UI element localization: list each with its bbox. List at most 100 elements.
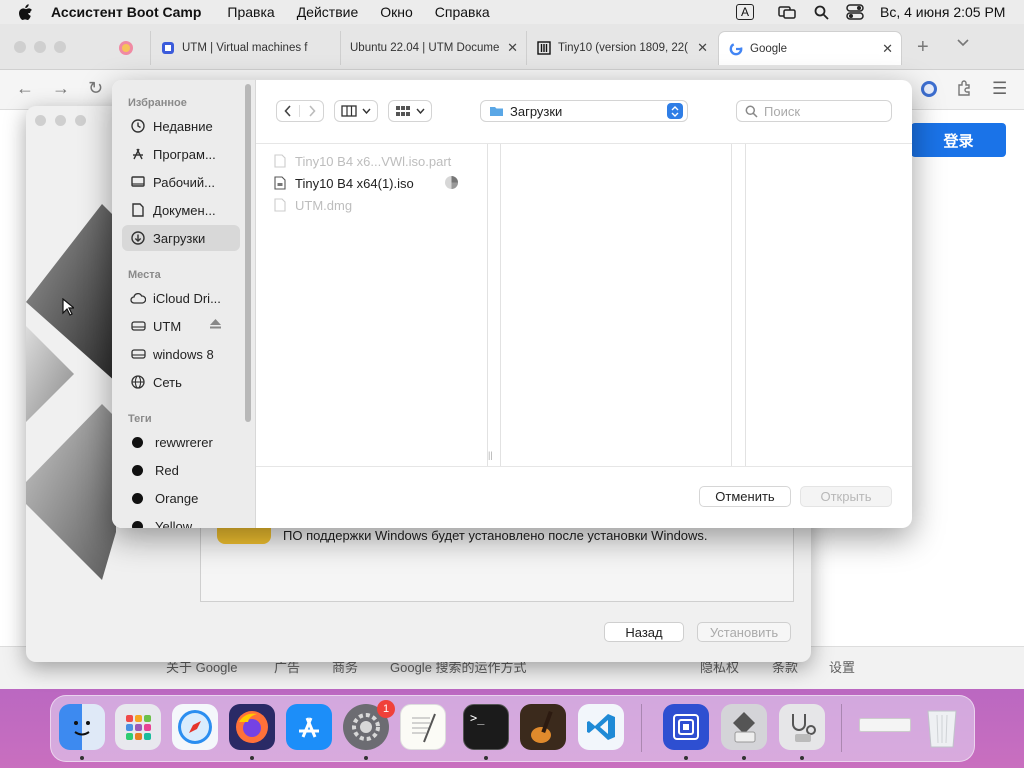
sidebar-item-label: Рабочий... [153, 174, 215, 190]
file-item[interactable]: Tiny10 B4 x64(1).iso [274, 173, 458, 193]
tab-label: Tiny10 (version 1809, 22( [558, 42, 688, 54]
view-mode-button[interactable] [334, 100, 378, 122]
firefox-view-icon[interactable] [118, 40, 134, 56]
sidebar-item-desktop[interactable]: Рабочий... [122, 169, 240, 195]
menu-window[interactable]: Окно [380, 4, 413, 20]
menu-action[interactable]: Действие [297, 4, 359, 20]
bootcamp-message-panel: ПО поддержки Windows будет установлено п… [200, 516, 794, 602]
install-button[interactable]: Установить [697, 622, 791, 642]
dialog-sidebar: Избранное Недавние Програм... Рабочий...… [112, 80, 256, 528]
sidebar-tag-red[interactable]: Red [122, 457, 240, 483]
app-name-menu[interactable]: Ассистент Boot Camp [51, 4, 201, 20]
sidebar-item-icloud-drive[interactable]: iCloud Dri... [122, 285, 240, 311]
sidebar-item-downloads[interactable]: Загрузки [122, 225, 240, 251]
warning-icon [217, 528, 271, 544]
file-item[interactable]: Tiny10 B4 x6...VWl.iso.part [274, 151, 451, 171]
apple-menu-icon[interactable] [18, 3, 33, 21]
sidebar-item-label: Сеть [153, 374, 182, 390]
running-indicator [484, 756, 488, 760]
sidebar-item-recents[interactable]: Недавние [122, 113, 240, 139]
tab-list-chevron-icon[interactable] [956, 38, 970, 48]
tab-google[interactable]: Google ✕ [718, 31, 902, 65]
control-center-icon[interactable] [846, 0, 864, 24]
file-column: Tiny10 B4 x6...VWl.iso.part Tiny10 B4 x6… [256, 144, 493, 466]
safari-icon[interactable] [172, 704, 218, 750]
tag-dot-icon [132, 436, 143, 448]
finder-icon[interactable] [59, 704, 105, 750]
back-chevron-icon[interactable] [277, 105, 301, 117]
bootcamp-zoom-button[interactable] [75, 115, 86, 126]
sidebar-item-network[interactable]: Сеть [122, 369, 240, 395]
menu-help[interactable]: Справка [435, 4, 490, 20]
tab-bar: UTM | Virtual machines f Ubuntu 22.04 | … [0, 24, 1024, 70]
sidebar-tag-yellow[interactable]: Yellow [122, 513, 240, 528]
terminal-icon[interactable]: >_ [463, 704, 509, 750]
forward-chevron-icon[interactable] [300, 105, 323, 117]
bootcamp-message: ПО поддержки Windows будет установлено п… [283, 528, 708, 543]
downloads-stack-icon[interactable] [859, 718, 911, 732]
screen-mirroring-icon[interactable] [778, 0, 796, 24]
hamburger-menu-icon[interactable]: ☰ [992, 79, 1007, 99]
spotlight-search-icon[interactable] [814, 0, 829, 24]
tags-header: Теги [128, 413, 152, 425]
file-item[interactable]: UTM.dmg [274, 195, 352, 215]
bootcamp-close-button[interactable] [35, 115, 46, 126]
sidebar-tag-rewwrerer[interactable]: rewwrerer [122, 429, 240, 455]
close-tab-icon[interactable]: ✕ [507, 40, 518, 56]
sidebar-item-label: Orange [155, 490, 199, 506]
tab-utm-virtual-machines[interactable]: UTM | Virtual machines f [150, 31, 340, 65]
sidebar-item-utm-volume[interactable]: UTM [122, 313, 240, 339]
tab-tiny10[interactable]: Tiny10 (version 1809, 22( ✕ [526, 31, 716, 65]
menu-edit[interactable]: Правка [227, 4, 274, 20]
archive-favicon-icon [537, 41, 551, 55]
firefox-icon[interactable] [229, 704, 275, 750]
close-tab-icon[interactable]: ✕ [697, 40, 708, 56]
download-progress-icon [444, 175, 459, 190]
search-field[interactable]: Поиск [736, 100, 892, 122]
utm-icon[interactable] [663, 704, 709, 750]
input-source-label: A [736, 4, 755, 20]
launchpad-icon[interactable] [115, 704, 161, 750]
sidebar-item-documents[interactable]: Докумен... [122, 197, 240, 223]
new-tab-icon[interactable]: + [917, 36, 929, 59]
login-button[interactable]: 登录 [911, 123, 1006, 157]
bootcamp-minimize-button[interactable] [55, 115, 66, 126]
open-file-dialog: Избранное Недавние Програм... Рабочий...… [112, 80, 912, 528]
menubar-datetime[interactable]: Вс, 4 июня 2:05 PM [880, 0, 1005, 24]
browser-zoom-button[interactable] [54, 41, 66, 53]
column-divider [745, 144, 746, 466]
trash-icon[interactable] [919, 704, 965, 750]
sidebar-item-label: Загрузки [153, 230, 206, 246]
browser-minimize-button[interactable] [34, 41, 46, 53]
cancel-button[interactable]: Отменить [699, 486, 791, 507]
vscode-icon[interactable] [578, 704, 624, 750]
open-button[interactable]: Открыть [800, 486, 892, 507]
extension-icon[interactable] [920, 80, 938, 98]
location-popup[interactable]: Загрузки [480, 100, 688, 122]
browser-close-button[interactable] [14, 41, 26, 53]
reload-icon[interactable]: ↻ [88, 78, 103, 99]
group-by-button[interactable] [388, 100, 432, 122]
close-tab-icon[interactable]: ✕ [882, 41, 893, 57]
tab-ubuntu-utm-docs[interactable]: Ubuntu 22.04 | UTM Docume ✕ [340, 31, 526, 65]
back-arrow-icon[interactable]: ← [16, 78, 34, 99]
footer-settings-link[interactable]: 设置 [829, 657, 855, 676]
sidebar-item-applications[interactable]: Програм... [122, 141, 240, 167]
textedit-icon[interactable] [400, 704, 446, 750]
boot-camp-assistant-icon[interactable] [721, 704, 767, 750]
eject-icon[interactable] [210, 319, 221, 329]
app-store-icon[interactable] [286, 704, 332, 750]
dock-separator [841, 704, 842, 752]
garageband-icon[interactable] [520, 704, 566, 750]
forward-arrow-icon[interactable]: → [52, 78, 70, 99]
back-button[interactable]: Назад [604, 622, 684, 642]
extensions-puzzle-icon[interactable] [956, 80, 972, 96]
sidebar-item-windows-8-volume[interactable]: windows 8 [122, 341, 240, 367]
sidebar-scrollbar[interactable] [245, 84, 251, 422]
input-source-icon[interactable]: A [736, 0, 755, 24]
disk-image-file-icon [274, 176, 286, 190]
sidebar-tag-orange[interactable]: Orange [122, 485, 240, 511]
column-resize-handle[interactable]: || [488, 450, 493, 460]
disk-utility-icon[interactable] [779, 704, 825, 750]
running-indicator [250, 756, 254, 760]
